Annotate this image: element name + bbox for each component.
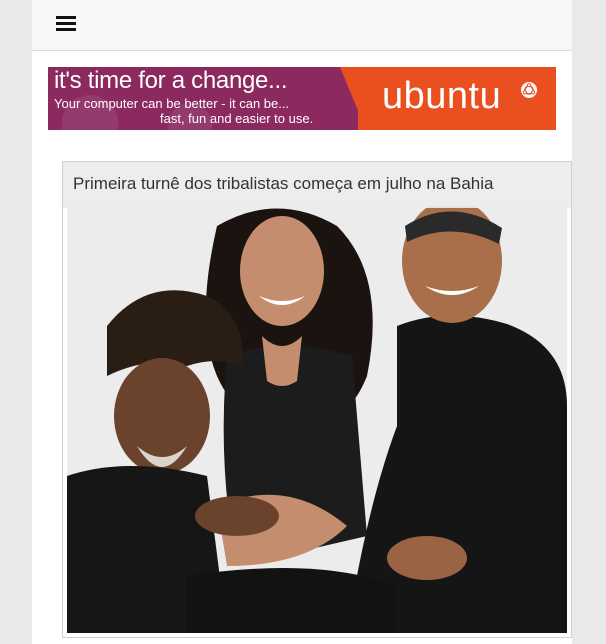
ubuntu-ad-banner[interactable]: it's time for a change... Your computer … [48, 67, 556, 130]
article-title-bar: Primeira turnê dos tribalistas começa em… [63, 162, 571, 208]
page-container: it's time for a change... Your computer … [32, 0, 572, 644]
article-photo[interactable] [67, 206, 567, 633]
banner-subline-2: fast, fun and easier to use. [160, 111, 314, 126]
banner-headline: it's time for a change... [54, 67, 288, 94]
musicians-illustration [67, 206, 567, 633]
hamburger-menu-icon[interactable] [56, 16, 76, 32]
article-card[interactable]: Primeira turnê dos tribalistas começa em… [62, 161, 572, 638]
article-title[interactable]: Primeira turnê dos tribalistas começa em… [73, 174, 493, 194]
banner-brand: ubuntu [382, 75, 502, 117]
top-navbar [32, 0, 572, 51]
ubuntu-logo-icon [521, 82, 537, 98]
banner-subline-1: Your computer can be better - it can be.… [54, 96, 290, 111]
